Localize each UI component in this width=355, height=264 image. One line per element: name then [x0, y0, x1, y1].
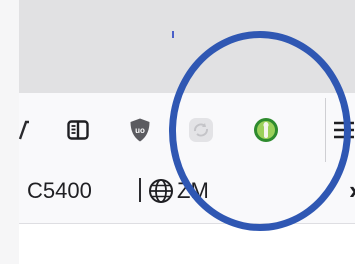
page-content: [19, 224, 355, 264]
menu-icon[interactable]: [331, 117, 355, 143]
bookmark-zm[interactable]: ZM: [177, 178, 209, 204]
bookmark-separator: [139, 178, 141, 202]
ublock-origin-icon[interactable]: uo: [127, 117, 153, 143]
sync-extension-icon[interactable]: [188, 117, 214, 143]
bookmark-c5400[interactable]: C5400: [27, 178, 92, 204]
bookmarks-overflow-button[interactable]: »: [349, 176, 355, 204]
cutoff-toolbar-icon[interactable]: [11, 117, 37, 143]
reader-view-icon[interactable]: [65, 117, 91, 143]
tab-indicator: [172, 31, 174, 38]
svg-text:uo: uo: [135, 126, 145, 135]
green-extension-icon[interactable]: [253, 117, 279, 143]
globe-icon: [148, 178, 174, 204]
tab-strip: [19, 0, 355, 93]
toolbar-divider: [325, 98, 326, 162]
browser-window: uo C5400 ZM: [18, 0, 355, 264]
